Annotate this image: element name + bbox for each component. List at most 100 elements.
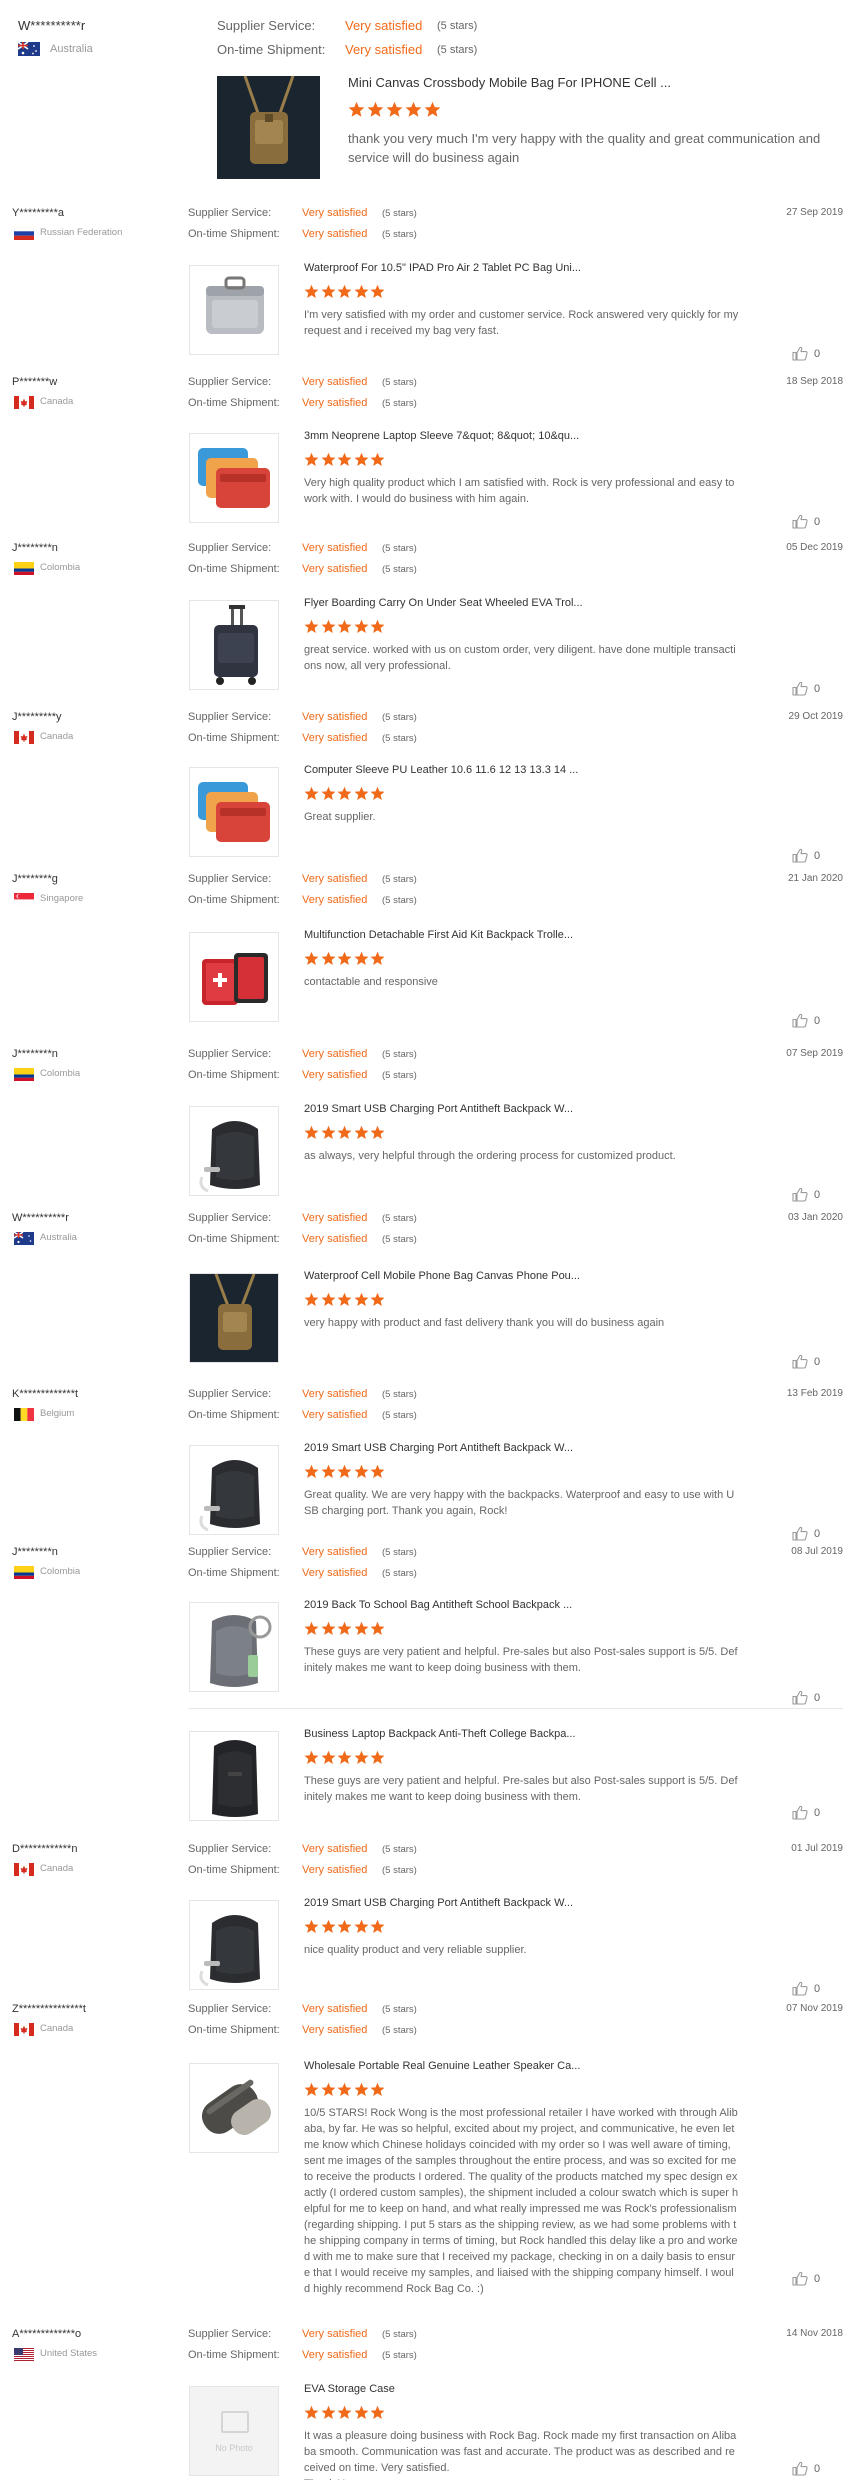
product-title-link[interactable]: Flyer Boarding Carry On Under Seat Wheel…: [304, 597, 583, 609]
star-icon: [370, 2405, 385, 2419]
like-button[interactable]: 0: [792, 1804, 842, 1822]
star-icon: [304, 452, 319, 466]
product-thumbnail[interactable]: [217, 75, 320, 179]
like-button[interactable]: 0: [792, 513, 842, 531]
like-button[interactable]: 0: [792, 1012, 842, 1030]
supplier-service-label: Supplier Service:: [188, 2328, 272, 2340]
review-product-item: Waterproof Cell Mobile Phone Bag Canvas …: [0, 1270, 853, 1373]
like-button[interactable]: 0: [792, 2460, 842, 2478]
star-icon: [321, 1464, 335, 1478]
thumbs-up-icon[interactable]: [792, 1526, 808, 1541]
neoprene-sleeves-image: [190, 768, 278, 856]
product-title-link[interactable]: Waterproof Cell Mobile Phone Bag Canvas …: [304, 1270, 580, 1282]
like-button[interactable]: 0: [792, 1689, 842, 1707]
like-count: 0: [814, 682, 821, 695]
product-title-link[interactable]: Multifunction Detachable First Aid Kit B…: [304, 929, 573, 941]
product-thumbnail[interactable]: [189, 600, 279, 690]
star-icon: [354, 951, 368, 965]
product-title-link[interactable]: Business Laptop Backpack Anti-Theft Coll…: [304, 1728, 576, 1740]
product-thumbnail[interactable]: [189, 932, 279, 1022]
thumbs-up-icon[interactable]: [792, 848, 808, 863]
ontime-shipment-label: On-time Shipment:: [217, 42, 326, 57]
product-thumbnail[interactable]: [189, 1900, 279, 1990]
like-button[interactable]: 0: [792, 1980, 842, 1998]
product-title-link[interactable]: 3mm Neoprene Laptop Sleeve 7&quot; 8&quo…: [304, 430, 579, 442]
review-date: 05 Dec 2019: [786, 542, 843, 553]
review-product-item: 3mm Neoprene Laptop Sleeve 7&quot; 8&quo…: [0, 430, 853, 533]
black-backpack-plain-image: [190, 1732, 278, 1820]
star-icon: [304, 1292, 319, 1306]
product-thumbnail[interactable]: [189, 433, 279, 523]
supplier-service-value: Very satisfied: [302, 542, 368, 554]
supplier-service-stars: (5 stars): [382, 377, 417, 388]
product-thumbnail[interactable]: [189, 1602, 279, 1692]
like-button[interactable]: 0: [792, 1186, 842, 1204]
supplier-service-label: Supplier Service:: [188, 1388, 272, 1400]
thumbs-up-icon[interactable]: [792, 1981, 808, 1996]
review-product-item: Computer Sleeve PU Leather 10.6 11.6 12 …: [0, 764, 853, 867]
product-thumbnail[interactable]: [189, 2063, 279, 2153]
product-thumbnail[interactable]: [189, 1445, 279, 1535]
thumbs-up-icon[interactable]: [792, 1013, 808, 1028]
review-product-item: No Photo EVA Storage Case It was a pleasur…: [0, 2383, 853, 2480]
supplier-service-label: Supplier Service:: [217, 18, 316, 33]
like-button[interactable]: 0: [792, 2270, 842, 2288]
reviewer-country: Colombia: [40, 562, 81, 573]
product-title-link[interactable]: Mini Canvas Crossbody Mobile Bag For IPH…: [348, 75, 671, 90]
like-button[interactable]: 0: [792, 1353, 842, 1371]
thumbs-up-icon[interactable]: [792, 2271, 808, 2286]
ontime-shipment-value: Very satisfied: [302, 563, 368, 575]
thumbs-up-icon[interactable]: [792, 2461, 808, 2476]
ontime-shipment-label: On-time Shipment:: [188, 894, 280, 906]
ontime-shipment-stars: (5 stars): [382, 1234, 417, 1245]
like-button[interactable]: 0: [792, 1525, 842, 1543]
product-thumbnail[interactable]: No Photo: [189, 2386, 279, 2476]
review-stars: [304, 786, 387, 804]
like-count: 0: [814, 1691, 821, 1704]
thumbs-up-icon[interactable]: [792, 1354, 808, 1369]
reviewer-name: J********g: [12, 873, 58, 885]
like-button[interactable]: 0: [792, 680, 842, 698]
neoprene-sleeves-image: [190, 434, 278, 522]
star-icon: [321, 452, 335, 466]
product-title-link[interactable]: Computer Sleeve PU Leather 10.6 11.6 12 …: [304, 764, 578, 776]
like-button[interactable]: 0: [792, 345, 842, 363]
colombia-flag-icon: [14, 562, 34, 575]
reviewer-country: Russian Federation: [40, 227, 123, 238]
supplier-service-label: Supplier Service:: [188, 873, 272, 885]
product-title-link[interactable]: 2019 Smart USB Charging Port Antitheft B…: [304, 1103, 573, 1115]
thumbs-up-icon[interactable]: [792, 1805, 808, 1820]
star-icon: [337, 1621, 352, 1635]
product-thumbnail[interactable]: [189, 1106, 279, 1196]
product-title-link[interactable]: EVA Storage Case: [304, 2383, 395, 2395]
product-title-link[interactable]: 2019 Smart USB Charging Port Antitheft B…: [304, 1897, 573, 1909]
thumbs-up-icon[interactable]: [792, 514, 808, 529]
star-icon: [370, 786, 385, 800]
canada-flag-icon: [14, 2023, 34, 2036]
product-thumbnail[interactable]: [189, 767, 279, 857]
star-icon: [370, 619, 385, 633]
thumbs-up-icon[interactable]: [792, 1187, 808, 1202]
product-title-link[interactable]: Wholesale Portable Real Genuine Leather …: [304, 2060, 580, 2072]
review-product-item: 2019 Smart USB Charging Port Antitheft B…: [0, 1103, 853, 1206]
star-icon: [337, 1750, 352, 1764]
ontime-shipment-value: Very satisfied: [302, 397, 368, 409]
product-title-link[interactable]: 2019 Smart USB Charging Port Antitheft B…: [304, 1442, 573, 1454]
star-icon: [321, 2082, 335, 2096]
product-thumbnail[interactable]: [189, 1273, 279, 1363]
like-button[interactable]: 0: [792, 847, 842, 865]
gray-backpack-image: [190, 1603, 278, 1691]
product-thumbnail[interactable]: [189, 1731, 279, 1821]
black-backpack-image: [190, 1901, 278, 1989]
review-product-item: 2019 Back To School Bag Antitheft School…: [0, 1599, 853, 1709]
product-title-link[interactable]: 2019 Back To School Bag Antitheft School…: [304, 1599, 572, 1611]
thumbs-up-icon[interactable]: [792, 681, 808, 696]
review-date: 03 Jan 2020: [787, 1212, 843, 1223]
like-count: 0: [814, 1527, 821, 1540]
product-thumbnail[interactable]: [189, 265, 279, 355]
star-icon: [304, 284, 319, 298]
thumbs-up-icon[interactable]: [792, 1690, 808, 1705]
supplier-service-label: Supplier Service:: [188, 542, 272, 554]
thumbs-up-icon[interactable]: [792, 346, 808, 361]
product-title-link[interactable]: Waterproof For 10.5" IPAD Pro Air 2 Tabl…: [304, 262, 581, 274]
